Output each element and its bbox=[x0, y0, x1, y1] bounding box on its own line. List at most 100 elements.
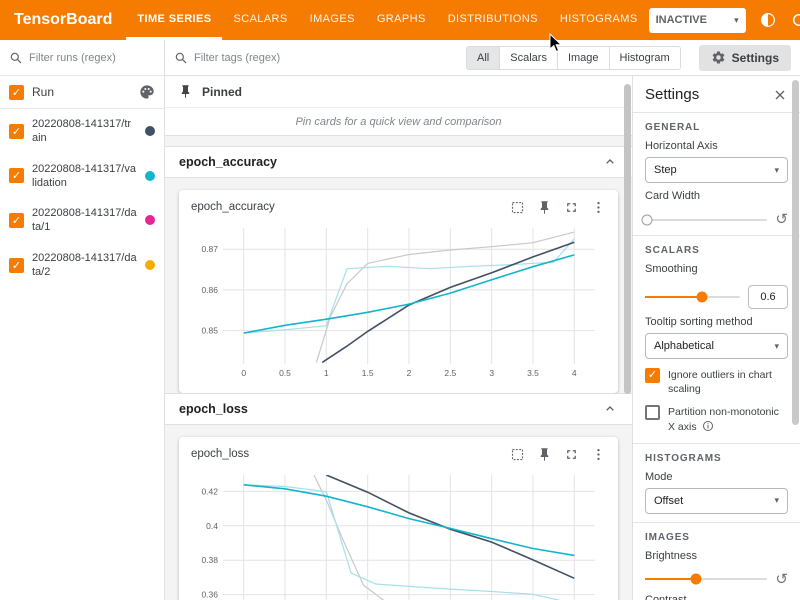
run-row-train[interactable]: ✓ 20220808-141317/train bbox=[0, 109, 164, 154]
palette-icon[interactable] bbox=[139, 84, 155, 100]
info-icon bbox=[702, 420, 714, 432]
refresh-icon[interactable] bbox=[790, 11, 800, 29]
theme-toggle-icon[interactable] bbox=[759, 11, 777, 29]
search-icon bbox=[174, 51, 188, 65]
images-heading: IMAGES bbox=[645, 532, 788, 543]
reset-icon[interactable]: ↺ bbox=[775, 212, 788, 227]
section-epoch-accuracy[interactable]: epoch_accuracy bbox=[165, 146, 632, 178]
tag-filter-input[interactable] bbox=[194, 52, 458, 64]
gear-icon bbox=[711, 50, 726, 65]
svg-text:0.86: 0.86 bbox=[201, 285, 218, 295]
select-all-runs-checkbox[interactable]: ✓ bbox=[9, 85, 24, 100]
histogram-mode-select[interactable]: Offset ▾ bbox=[645, 488, 788, 514]
fit-to-data-icon[interactable] bbox=[510, 447, 525, 462]
main-split: Pinned Pin cards for a quick view and co… bbox=[165, 76, 800, 600]
pinned-section-header: Pinned bbox=[165, 76, 632, 108]
slider-handle[interactable] bbox=[691, 574, 702, 585]
card-title: epoch_loss bbox=[191, 448, 249, 460]
smoothing-input[interactable] bbox=[748, 285, 788, 309]
section-title: epoch_accuracy bbox=[179, 155, 277, 169]
run-checkbox[interactable]: ✓ bbox=[9, 258, 24, 273]
scalar-card-epoch-accuracy: epoch_accuracy bbox=[179, 190, 618, 393]
contrast-label: Contrast bbox=[645, 594, 788, 600]
tab-graphs[interactable]: GRAPHS bbox=[366, 0, 437, 40]
run-color-dot bbox=[145, 171, 155, 181]
fullscreen-icon[interactable] bbox=[564, 447, 579, 462]
tab-distributions[interactable]: DISTRIBUTIONS bbox=[437, 0, 549, 40]
svg-text:0.5: 0.5 bbox=[279, 368, 291, 378]
general-heading: GENERAL bbox=[645, 122, 788, 133]
tab-images[interactable]: IMAGES bbox=[299, 0, 366, 40]
svg-text:3: 3 bbox=[489, 368, 494, 378]
runs-header-row: ✓ Run bbox=[0, 76, 164, 109]
run-checkbox[interactable]: ✓ bbox=[9, 213, 24, 228]
tag-filter bbox=[174, 51, 458, 65]
horizontal-axis-label: Horizontal Axis bbox=[645, 140, 788, 152]
svg-text:1: 1 bbox=[324, 368, 329, 378]
more-options-icon[interactable] bbox=[591, 200, 606, 215]
svg-text:0: 0 bbox=[241, 368, 246, 378]
main-scrollbar[interactable] bbox=[624, 84, 631, 394]
tooltip-sorting-select[interactable]: Alphabetical ▾ bbox=[645, 333, 788, 359]
chevron-up-icon[interactable] bbox=[602, 401, 618, 417]
brightness-label: Brightness bbox=[645, 550, 788, 562]
settings-panel-header: Settings bbox=[645, 86, 788, 103]
section-epoch-loss[interactable]: epoch_loss bbox=[165, 393, 632, 425]
filter-scalars-button[interactable]: Scalars bbox=[500, 47, 558, 69]
partition-x-row[interactable]: Partition non-monotonic X axis bbox=[645, 405, 788, 433]
epoch-accuracy-chart[interactable]: 00.511.522.533.540.850.860.87 bbox=[187, 220, 607, 382]
tab-scalars[interactable]: SCALARS bbox=[222, 0, 298, 40]
brightness-slider[interactable] bbox=[645, 578, 767, 580]
settings-button[interactable]: Settings bbox=[699, 45, 791, 71]
svg-text:3.5: 3.5 bbox=[527, 368, 539, 378]
tab-histograms[interactable]: HISTOGRAMS bbox=[549, 0, 649, 40]
spacer bbox=[165, 136, 632, 146]
filter-image-button[interactable]: Image bbox=[558, 47, 610, 69]
more-options-icon[interactable] bbox=[591, 447, 606, 462]
pin-icon[interactable] bbox=[537, 200, 552, 215]
runs-filter-input[interactable] bbox=[29, 52, 155, 64]
card-width-label: Card Width bbox=[645, 190, 788, 202]
tab-time-series[interactable]: TIME SERIES bbox=[126, 0, 222, 40]
chevron-down-icon: ▾ bbox=[734, 15, 739, 26]
card-width-slider[interactable] bbox=[645, 219, 767, 221]
run-row-data-1[interactable]: ✓ 20220808-141317/data/1 bbox=[0, 198, 164, 243]
pin-icon bbox=[178, 84, 193, 99]
run-label: 20220808-141317/data/2 bbox=[32, 251, 137, 280]
epoch-loss-chart[interactable]: 00.511.522.533.540.360.380.40.42 bbox=[187, 467, 607, 600]
run-color-dot bbox=[145, 260, 155, 270]
reload-status-select[interactable]: INACTIVE ▾ bbox=[649, 8, 746, 33]
tensorboard-app: TensorBoard TIME SERIES SCALARS IMAGES G… bbox=[0, 0, 800, 600]
chevron-up-icon[interactable] bbox=[602, 154, 618, 170]
ignore-outliers-row[interactable]: ✓ Ignore outliers in chart scaling bbox=[645, 368, 788, 396]
settings-panel-scrollbar[interactable] bbox=[792, 80, 799, 425]
fullscreen-icon[interactable] bbox=[564, 200, 579, 215]
runs-filter bbox=[0, 40, 164, 76]
fit-to-data-icon[interactable] bbox=[510, 200, 525, 215]
svg-text:0.38: 0.38 bbox=[201, 555, 218, 565]
smoothing-slider[interactable] bbox=[645, 296, 740, 298]
run-checkbox[interactable]: ✓ bbox=[9, 124, 24, 139]
ignore-outliers-checkbox[interactable]: ✓ bbox=[645, 368, 660, 383]
pin-icon[interactable] bbox=[537, 447, 552, 462]
check-icon: ✓ bbox=[648, 368, 657, 383]
run-row-data-2[interactable]: ✓ 20220808-141317/data/2 bbox=[0, 243, 164, 288]
partition-x-checkbox[interactable] bbox=[645, 405, 660, 420]
settings-button-label: Settings bbox=[732, 51, 779, 65]
app-body: ✓ Run ✓ 20220808-141317/train ✓ 20220808… bbox=[0, 40, 800, 600]
slider-handle[interactable] bbox=[697, 292, 708, 303]
chevron-down-icon: ▾ bbox=[774, 165, 779, 176]
brightness-slider-row: ↺ bbox=[645, 572, 788, 587]
slider-handle[interactable] bbox=[642, 214, 653, 225]
horizontal-axis-select[interactable]: Step ▾ bbox=[645, 157, 788, 183]
filter-histogram-button[interactable]: Histogram bbox=[610, 47, 680, 69]
settings-panel: Settings GENERAL Horizontal Axis Step ▾ … bbox=[632, 76, 800, 600]
card-actions bbox=[510, 200, 606, 215]
run-row-validation[interactable]: ✓ 20220808-141317/validation bbox=[0, 154, 164, 199]
filter-all-button[interactable]: All bbox=[467, 47, 500, 69]
svg-text:4: 4 bbox=[572, 368, 577, 378]
run-checkbox[interactable]: ✓ bbox=[9, 168, 24, 183]
tooltip-sorting-label: Tooltip sorting method bbox=[645, 316, 788, 328]
close-icon[interactable] bbox=[772, 87, 788, 103]
reset-icon[interactable]: ↺ bbox=[775, 572, 788, 587]
